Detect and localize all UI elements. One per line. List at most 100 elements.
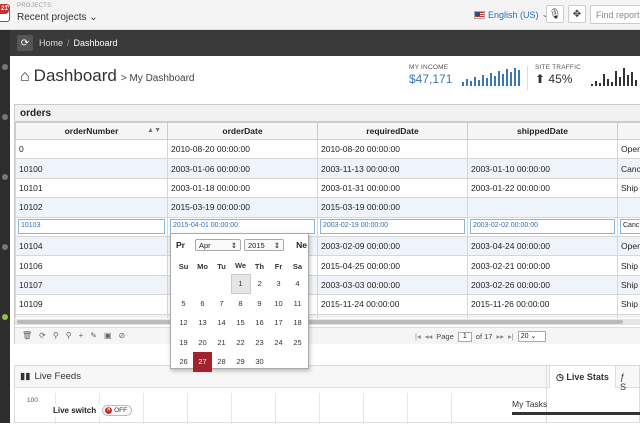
table-cell[interactable]: 10102 (16, 198, 168, 217)
table-row[interactable]: 10103 2015-04-01 00:00:00 2003-02-19 00:00… (16, 217, 640, 236)
table-cell[interactable]: Canc (618, 159, 640, 178)
calendar-day[interactable]: 3 (269, 274, 288, 294)
cell-editor-input[interactable]: 2003-02-19 00:00:00 (320, 219, 465, 234)
live-switch-toggle[interactable]: ✕ OFF (102, 405, 132, 416)
calendar-day[interactable]: 22 (231, 333, 250, 353)
rail-icon[interactable] (2, 244, 8, 250)
next-month-button[interactable]: Ne (296, 240, 307, 250)
table-cell[interactable] (468, 140, 618, 159)
cell-editor-input[interactable]: 10103 (18, 219, 165, 234)
refresh-icon[interactable]: ⟳ (39, 331, 46, 340)
refresh-button[interactable]: ⟳ (17, 35, 33, 51)
table-cell[interactable]: 2010-08-20 00:00:00 (168, 140, 318, 159)
table-cell[interactable]: 2003-01-06 00:00:00 (168, 159, 318, 178)
table-cell[interactable]: Open (618, 236, 640, 255)
cell-editor-input[interactable]: Canc (620, 219, 640, 234)
table-cell[interactable]: 2015-11-26 00:00:00 (468, 295, 618, 314)
calendar-day[interactable]: 23 (250, 333, 269, 353)
breadcrumb-home[interactable]: Home (39, 38, 63, 48)
calendar-day[interactable]: 12 (174, 313, 193, 333)
calendar-day[interactable]: 2 (250, 274, 269, 294)
table-cell[interactable]: 2003-02-09 00:00:00 (318, 236, 468, 255)
table-row[interactable]: 101102003-03-24 00:00:002003-03-20 00:00… (16, 314, 640, 318)
table-cell[interactable]: 2003-01-18 00:00:00 (168, 178, 318, 197)
table-row[interactable]: 101012003-01-18 00:00:002003-01-31 00:00… (16, 178, 640, 197)
cell-editor-input[interactable]: 2015-04-01 00:00:00 (170, 219, 315, 234)
prev-page-icon[interactable]: ◂◂ (425, 332, 433, 341)
calendar-day[interactable]: 7 (212, 294, 231, 314)
table-cell[interactable]: 2003-02-21 00:00:00 (468, 256, 618, 275)
notifications-button[interactable]: 21 (0, 4, 10, 22)
calendar-day[interactable]: 21 (212, 333, 231, 353)
table-cell[interactable]: Ship (618, 178, 640, 197)
microphone-button[interactable]: 🎙 (546, 5, 564, 23)
calendar-day[interactable]: 13 (193, 313, 212, 333)
table-cell[interactable]: 2003-01-22 00:00:00 (468, 178, 618, 197)
column-header[interactable]: orderDate (168, 123, 318, 140)
calendar-day[interactable]: 30 (250, 352, 269, 372)
calendar-day[interactable]: 29 (231, 352, 250, 372)
calendar-day[interactable]: 1 (231, 274, 250, 294)
table-cell[interactable]: 2003-03-20 00:00:00 (468, 314, 618, 318)
table-cell[interactable]: 10106 (16, 256, 168, 275)
column-header[interactable] (618, 123, 640, 140)
table-cell[interactable]: 2003-01-10 00:00:00 (468, 159, 618, 178)
save-icon[interactable]: ▣ (104, 331, 112, 340)
scrollbar-thumb[interactable] (17, 320, 623, 324)
table-cell[interactable]: Canc (618, 217, 640, 236)
year-select[interactable]: 2015⇕ (244, 239, 284, 251)
table-cell[interactable]: 2003-11-13 00:00:00 (318, 159, 468, 178)
rail-icon[interactable] (2, 174, 8, 180)
calendar-day[interactable]: 16 (250, 313, 269, 333)
table-row[interactable]: 101092015-11-24 00:00:002015-11-26 00:00… (16, 295, 640, 314)
table-cell[interactable]: 2015-11-24 00:00:00 (318, 295, 468, 314)
calendar-day[interactable]: 9 (250, 294, 269, 314)
rail-icon[interactable] (2, 64, 8, 70)
sort-icon[interactable]: ▲▼ (147, 127, 161, 134)
column-header[interactable]: shippedDate (468, 123, 618, 140)
table-row[interactable]: 101002003-01-06 00:00:002003-11-13 00:00… (16, 159, 640, 178)
edit-icon[interactable]: ✎ (90, 331, 97, 340)
calendar-day[interactable]: 11 (288, 294, 307, 314)
cell-editor-input[interactable]: 2003-02-02 00:00:00 (470, 219, 615, 234)
table-cell[interactable]: Ship (618, 256, 640, 275)
calendar-day[interactable]: 27 (193, 352, 212, 372)
add-icon[interactable]: + (79, 331, 84, 340)
calendar-day[interactable]: 18 (288, 313, 307, 333)
table-cell[interactable]: 2003-03-24 00:00:00 (318, 314, 468, 318)
table-cell[interactable]: 10100 (16, 159, 168, 178)
projects-dropdown[interactable]: Recent projects ⌄ (17, 12, 98, 23)
search-icon[interactable]: ⚲ (66, 331, 72, 340)
table-row[interactable]: 10106 2015-04-25 00:00:002003-02-21 00:00… (16, 256, 640, 275)
month-select[interactable]: Apr⇕ (195, 239, 241, 251)
calendar-day[interactable]: 5 (174, 294, 193, 314)
page-input[interactable]: 1 (458, 332, 472, 342)
table-cell[interactable]: Ship (618, 314, 640, 318)
table-row[interactable]: 02010-08-20 00:00:002010-08-20 00:00:00O… (16, 140, 640, 159)
prev-month-button[interactable]: Pr (176, 240, 185, 250)
table-row[interactable]: 10104 2003-02-09 00:00:002003-04-24 00:00… (16, 236, 640, 255)
calendar-day[interactable]: 20 (193, 333, 212, 353)
table-cell[interactable]: 10104 (16, 236, 168, 255)
table-cell[interactable]: 2003-04-24 00:00:00 (468, 236, 618, 255)
tab-live-stats[interactable]: ◷ Live Stats (549, 366, 616, 388)
table-cell[interactable]: Ship (618, 275, 640, 294)
calendar-day[interactable]: 6 (193, 294, 212, 314)
table-cell[interactable]: 2003-02-19 00:00:00 (318, 217, 468, 236)
table-cell[interactable]: 0 (16, 140, 168, 159)
calendar-day[interactable]: 14 (212, 313, 231, 333)
cancel-icon[interactable]: ⊘ (119, 331, 126, 340)
table-cell[interactable]: 2015-04-25 00:00:00 (318, 256, 468, 275)
table-cell[interactable]: 10103 (16, 217, 168, 236)
rail-icon[interactable] (2, 314, 8, 320)
table-row[interactable]: 101022015-03-19 00:00:002015-03-19 00:00… (16, 198, 640, 217)
column-header[interactable]: requiredDate (318, 123, 468, 140)
calendar-day[interactable]: 26 (174, 352, 193, 372)
table-cell[interactable]: 2010-08-20 00:00:00 (318, 140, 468, 159)
first-page-icon[interactable]: |◂ (415, 332, 421, 341)
table-row[interactable]: 101072003-03-03 00:00:002003-02-26 00:00… (16, 275, 640, 294)
calendar-day[interactable]: 4 (288, 274, 307, 294)
table-cell[interactable]: 2015-03-19 00:00:00 (168, 198, 318, 217)
calendar-day[interactable]: 15 (231, 313, 250, 333)
rail-icon[interactable] (2, 114, 8, 120)
